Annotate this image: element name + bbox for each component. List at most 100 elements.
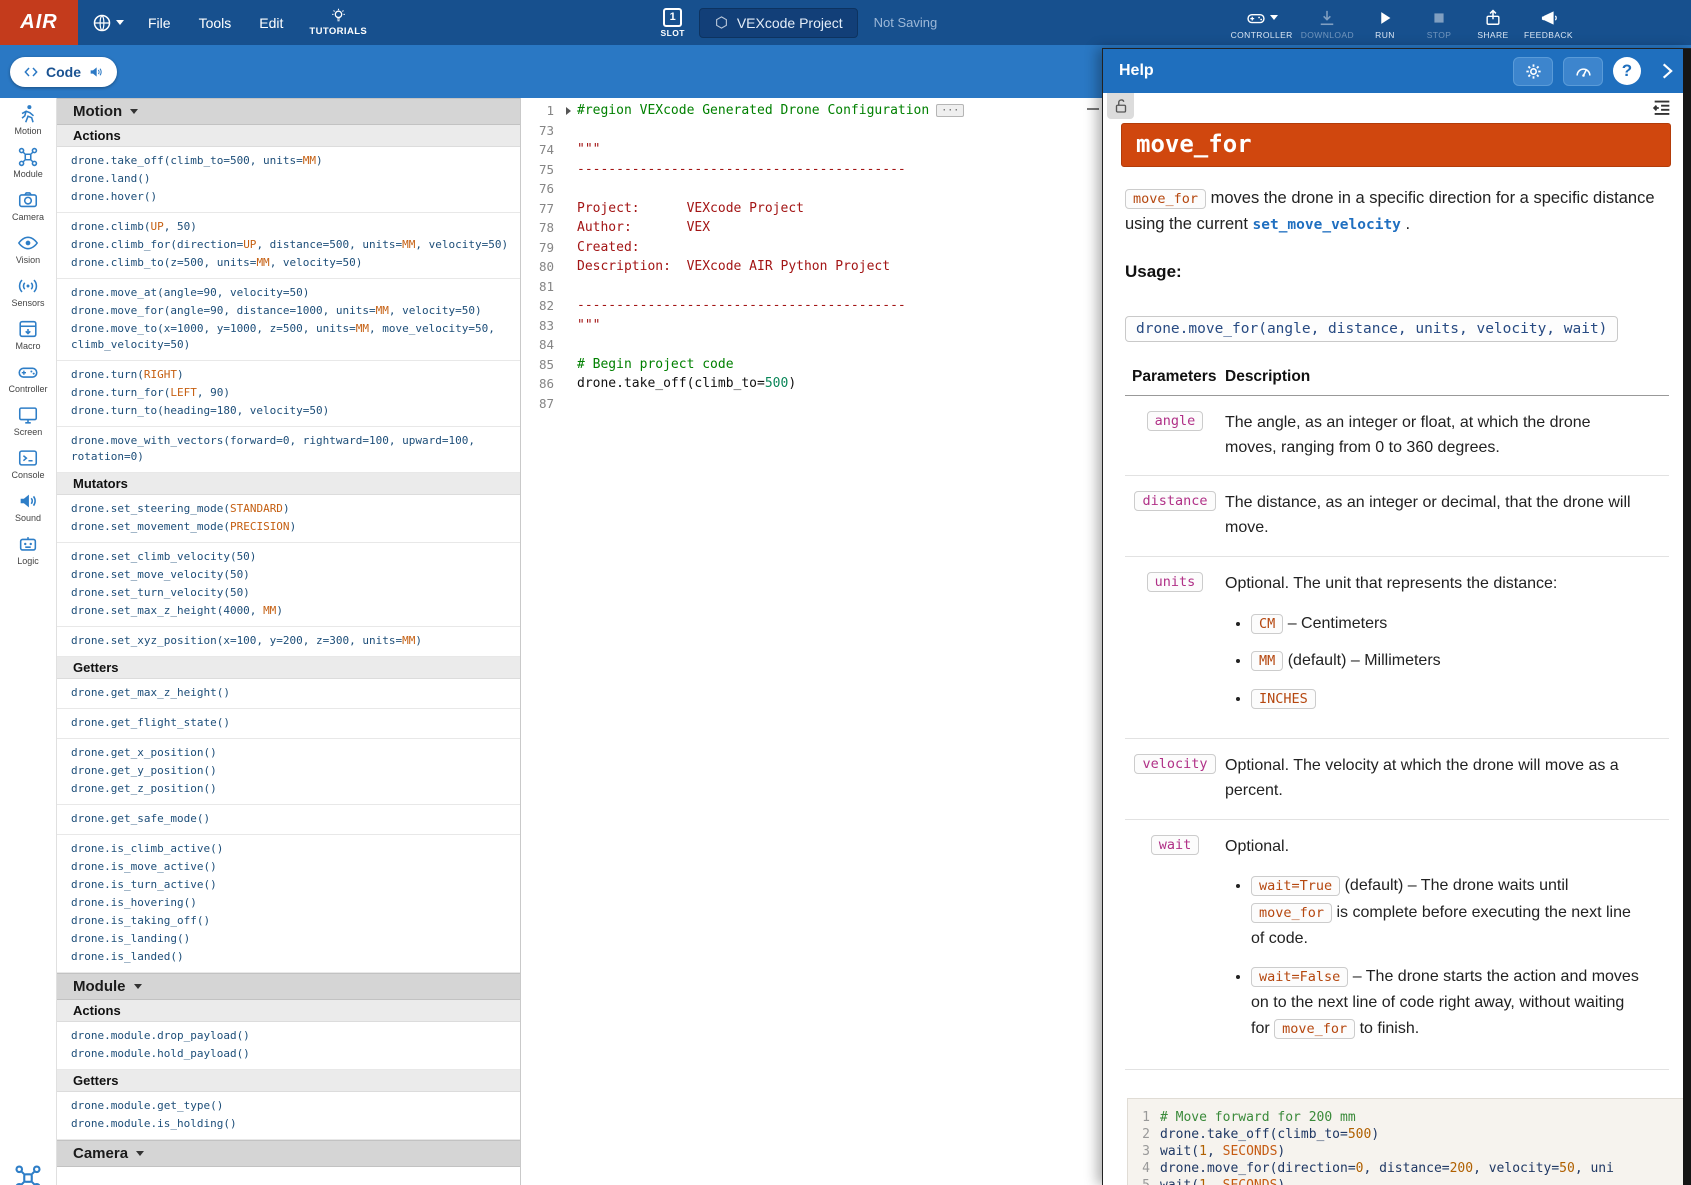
description-text: Optional. The unit that represents the d… xyxy=(1225,572,1643,597)
sidebar-item-sound[interactable]: Sound xyxy=(0,485,56,528)
gutter-space xyxy=(560,140,577,160)
line-content: Description: VEXcode AIR Python Project xyxy=(577,257,890,277)
param-name-chip: distance xyxy=(1134,491,1215,511)
palette-command[interactable]: drone.module.drop_payload() xyxy=(57,1027,520,1045)
palette-section-header-motion[interactable]: Motion xyxy=(57,98,520,125)
palette-command[interactable]: drone.set_movement_mode(PRECISION) xyxy=(57,518,520,536)
palette-command[interactable]: drone.set_turn_velocity(50) xyxy=(57,584,520,602)
palette-command[interactable]: drone.is_climb_active() xyxy=(57,840,520,858)
code-toggle[interactable]: Code xyxy=(10,57,117,87)
palette-command[interactable]: drone.climb_to(z=500, units=MM, velocity… xyxy=(57,254,520,272)
palette-command[interactable]: drone.set_xyz_position(x=100, y=200, z=3… xyxy=(57,632,520,650)
palette-command[interactable]: drone.climb_for(direction=UP, distance=5… xyxy=(57,236,520,254)
palette-command[interactable]: drone.land() xyxy=(57,170,520,188)
sidebar-item-label: Module xyxy=(13,169,43,179)
pal-group-actions: Actions xyxy=(57,125,520,147)
code-chip: move_for xyxy=(1251,903,1332,923)
language-button[interactable] xyxy=(92,13,124,33)
palette-command[interactable]: drone.move_to(x=1000, y=1000, z=500, uni… xyxy=(57,320,520,354)
palette-command[interactable]: drone.set_max_z_height(4000, MM) xyxy=(57,602,520,620)
example-line: 1# Move forward for 200 mm xyxy=(1128,1109,1690,1126)
dashboard-button[interactable] xyxy=(1563,57,1603,86)
palette-command[interactable]: drone.is_hovering() xyxy=(57,894,520,912)
description-item: MM (default) – Millimeters xyxy=(1251,648,1643,674)
palette-command[interactable]: drone.set_move_velocity(50) xyxy=(57,566,520,584)
palette-command[interactable]: drone.is_landed() xyxy=(57,948,520,966)
sidebar-item-logic[interactable]: Logic xyxy=(0,528,56,571)
air-logo[interactable]: AIR xyxy=(0,0,78,45)
palette-command[interactable]: drone.move_with_vectors(forward=0, right… xyxy=(57,432,520,466)
palette-command[interactable]: drone.take_off(climb_to=500, units=MM) xyxy=(57,152,520,170)
menu-file[interactable]: File xyxy=(148,15,171,31)
sidebar-item-vision[interactable]: Vision xyxy=(0,227,56,270)
palette-command[interactable]: drone.get_y_position() xyxy=(57,762,520,780)
palette-command[interactable]: drone.set_steering_mode(STANDARD) xyxy=(57,500,520,518)
palette-command[interactable]: drone.is_turn_active() xyxy=(57,876,520,894)
sidebar-item-motion[interactable]: Motion xyxy=(0,98,56,141)
slot-button[interactable]: 1 SLOT xyxy=(661,8,685,38)
download-button: DOWNLOAD xyxy=(1301,6,1354,40)
palette-command[interactable]: drone.module.get_type() xyxy=(57,1097,520,1115)
share-button[interactable]: SHARE xyxy=(1470,6,1516,40)
share-label: SHARE xyxy=(1477,30,1508,40)
tutorials-button[interactable]: TUTORIALS xyxy=(309,8,367,37)
palette-command[interactable]: drone.get_x_position() xyxy=(57,744,520,762)
menu-edit[interactable]: Edit xyxy=(259,15,283,31)
sidebar-item-label: Screen xyxy=(14,427,43,437)
feedback-button[interactable]: FEEDBACK xyxy=(1524,6,1573,40)
tutorials-label: TUTORIALS xyxy=(309,26,367,37)
module-icon xyxy=(17,146,39,168)
code-chip: move_for xyxy=(1274,1019,1355,1039)
panel-edge-strip[interactable] xyxy=(1683,49,1691,1185)
example-code-block: 1# Move forward for 200 mm2drone.take_of… xyxy=(1127,1098,1691,1185)
code-link[interactable]: set_move_velocity xyxy=(1253,217,1401,233)
speaker-icon[interactable] xyxy=(88,64,104,80)
palette-command[interactable]: drone.hover() xyxy=(57,188,520,206)
sidebar-item-sensors[interactable]: Sensors xyxy=(0,270,56,313)
palette-command[interactable]: drone.module.is_holding() xyxy=(57,1115,520,1133)
download-icon xyxy=(1317,8,1337,28)
collapse-panel-button[interactable] xyxy=(1657,61,1677,81)
palette-command[interactable]: drone.turn(RIGHT) xyxy=(57,366,520,384)
palette-command[interactable]: drone.turn_for(LEFT, 90) xyxy=(57,384,520,402)
controller-button[interactable]: CONTROLLER xyxy=(1231,6,1293,40)
sidebar-item-module[interactable]: Module xyxy=(0,141,56,184)
help-question-button[interactable]: ? xyxy=(1613,57,1641,85)
sidebar-item-console[interactable]: Console xyxy=(0,442,56,485)
folded-code-indicator[interactable]: ··· xyxy=(936,104,964,117)
palette-section-header-camera[interactable]: Camera xyxy=(57,1140,520,1167)
palette-command[interactable]: drone.is_landing() xyxy=(57,930,520,948)
logic-icon xyxy=(17,533,39,555)
code-chip: wait=False xyxy=(1251,967,1348,987)
sidebar-item-camera[interactable]: Camera xyxy=(0,184,56,227)
gutter-space xyxy=(560,277,577,297)
command-cluster: drone.module.get_type()drone.module.is_h… xyxy=(57,1092,520,1140)
device-icon[interactable] xyxy=(13,1163,43,1185)
fold-arrow-icon[interactable] xyxy=(560,101,577,121)
sidebar-item-screen[interactable]: Screen xyxy=(0,399,56,442)
palette-command[interactable]: drone.climb(UP, 50) xyxy=(57,218,520,236)
project-title[interactable]: VEXcode Project xyxy=(699,8,858,38)
code-chip: wait=True xyxy=(1251,876,1340,896)
palette-command[interactable]: drone.set_climb_velocity(50) xyxy=(57,548,520,566)
settings-button[interactable] xyxy=(1513,57,1553,86)
palette-command[interactable]: drone.get_z_position() xyxy=(57,780,520,798)
palette-section-header-module[interactable]: Module xyxy=(57,973,520,1000)
palette-command[interactable]: drone.move_for(angle=90, distance=1000, … xyxy=(57,302,520,320)
palette-command[interactable]: drone.move_at(angle=90, velocity=50) xyxy=(57,284,520,302)
line-content: drone.take_off(climb_to=500) xyxy=(577,374,796,394)
palette-command[interactable]: drone.get_max_z_height() xyxy=(57,684,520,702)
palette-command[interactable]: drone.is_taking_off() xyxy=(57,912,520,930)
run-button[interactable]: RUN xyxy=(1362,6,1408,40)
palette-command[interactable]: drone.get_flight_state() xyxy=(57,714,520,732)
sidebar-item-label: Logic xyxy=(17,556,39,566)
palette-command[interactable]: drone.module.hold_payload() xyxy=(57,1045,520,1063)
sidebar-item-macro[interactable]: Macro xyxy=(0,313,56,356)
sidebar-item-controller[interactable]: Controller xyxy=(0,356,56,399)
menu-tools[interactable]: Tools xyxy=(199,15,232,31)
palette-command[interactable]: drone.turn_to(heading=180, velocity=50) xyxy=(57,402,520,420)
palette-command[interactable]: drone.is_move_active() xyxy=(57,858,520,876)
dock-panel-icon[interactable] xyxy=(1651,97,1673,119)
unlock-pin-icon[interactable] xyxy=(1107,93,1134,119)
palette-command[interactable]: drone.get_safe_mode() xyxy=(57,810,520,828)
